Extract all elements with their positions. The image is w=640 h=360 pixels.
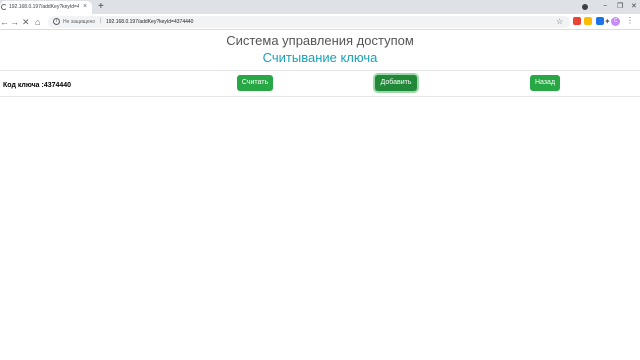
key-code-label: Код ключа :4374440 xyxy=(3,82,72,89)
extension-icon[interactable] xyxy=(573,17,581,25)
page-content: Система управления доступом Считывание к… xyxy=(0,31,640,360)
read-button[interactable]: Считать xyxy=(237,75,273,91)
forward-icon[interactable]: → xyxy=(10,16,19,28)
url-text[interactable]: 192.168.0.197/addKey?keyId=4374440 xyxy=(106,19,193,25)
close-icon[interactable]: × xyxy=(83,3,87,11)
browser-toolbar: ← → ✕ ⌂ i Не защищено | 192.168.0.197/ad… xyxy=(0,14,640,30)
browser-tab[interactable]: 192.168.0.197/addKey?keyId=4... × xyxy=(0,1,92,14)
stop-icon[interactable]: ✕ xyxy=(22,16,30,28)
page-subtitle: Считывание ключа xyxy=(262,50,378,65)
record-indicator-icon xyxy=(582,4,588,10)
address-bar[interactable]: i Не защищено | 192.168.0.197/addKey?key… xyxy=(48,16,570,28)
back-button[interactable]: Назад xyxy=(530,75,560,91)
restore-icon[interactable]: ❐ xyxy=(617,2,623,12)
security-label[interactable]: Не защищено xyxy=(63,19,95,25)
back-icon[interactable]: ← xyxy=(0,16,9,28)
divider xyxy=(0,70,640,71)
tab-strip: 192.168.0.197/addKey?keyId=4... × + − ❐ … xyxy=(0,0,640,14)
plus-icon[interactable]: + xyxy=(98,1,104,13)
info-icon[interactable]: i xyxy=(53,18,60,25)
avatar[interactable]: С xyxy=(611,17,620,26)
close-window-icon[interactable]: ✕ xyxy=(631,2,637,12)
extension-icon[interactable] xyxy=(584,17,592,25)
tab-title: 192.168.0.197/addKey?keyId=4... xyxy=(9,4,79,10)
menu-icon[interactable]: ⋮ xyxy=(626,16,634,26)
minimize-icon[interactable]: − xyxy=(603,2,607,12)
extension-icon[interactable] xyxy=(596,17,604,25)
loading-spinner-icon xyxy=(1,4,7,10)
divider xyxy=(0,96,640,97)
page-title: Система управления доступом xyxy=(226,33,414,48)
add-button[interactable]: Добавить xyxy=(375,75,417,91)
home-icon[interactable]: ⌂ xyxy=(35,16,40,28)
url-separator: | xyxy=(100,18,102,24)
puzzle-icon[interactable]: ✦ xyxy=(604,16,611,28)
star-icon[interactable]: ☆ xyxy=(556,17,563,27)
